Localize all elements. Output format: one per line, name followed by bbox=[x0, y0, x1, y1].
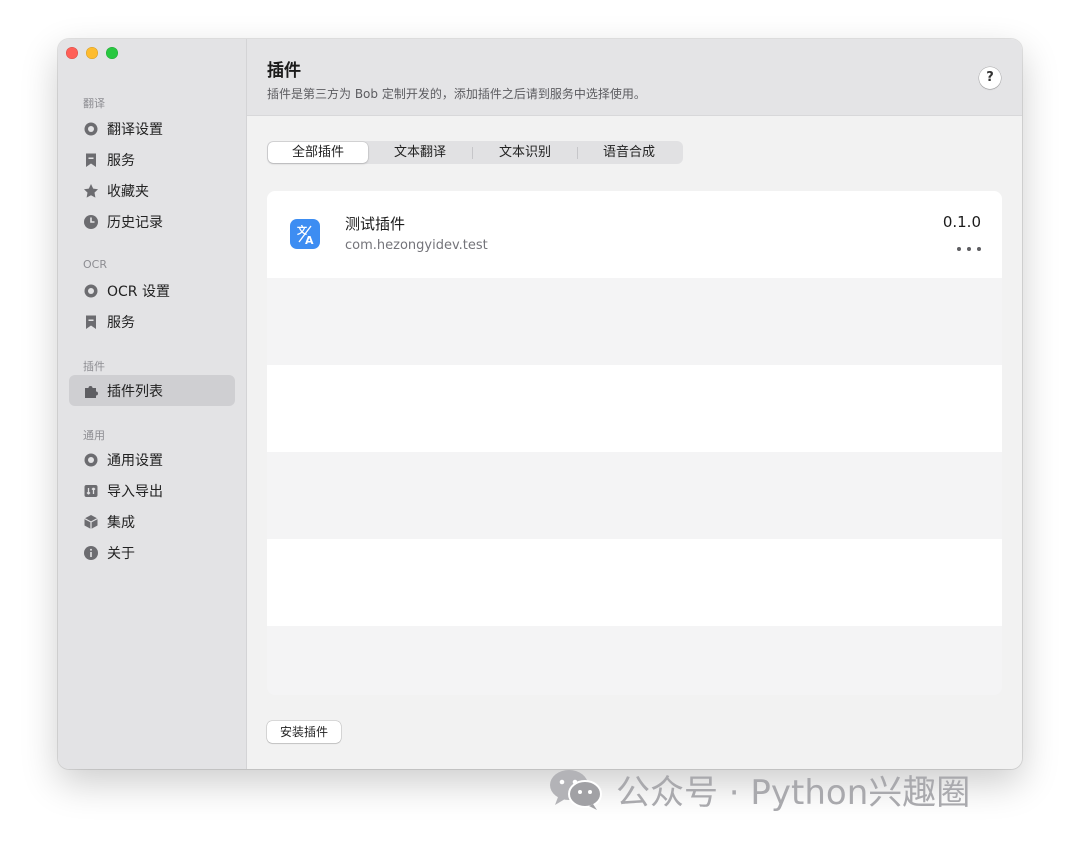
gear-icon bbox=[83, 283, 99, 299]
cube-icon bbox=[83, 514, 99, 530]
sidebar-item-label: 收藏夹 bbox=[107, 183, 149, 200]
sidebar-item-plugin-list[interactable]: 插件列表 bbox=[69, 375, 235, 406]
sidebar-item-label: 集成 bbox=[107, 514, 135, 531]
svg-text:A: A bbox=[305, 234, 314, 247]
empty-row bbox=[267, 365, 1002, 452]
plugin-name: 测试插件 bbox=[345, 215, 406, 233]
plugin-filter-tabs: 全部插件 文本翻译 文本识别 语音合成 bbox=[267, 141, 683, 164]
minimize-window-button[interactable] bbox=[86, 47, 98, 59]
sidebar-item-label: 导入导出 bbox=[107, 483, 163, 500]
bookmark-icon bbox=[83, 314, 99, 330]
info-icon bbox=[83, 545, 99, 561]
sidebar-item-translate-services[interactable]: 服务 bbox=[69, 144, 235, 175]
sidebar-item-label: 服务 bbox=[107, 152, 135, 169]
sidebar-item-about[interactable]: 关于 bbox=[69, 537, 235, 568]
plugin-identifier: com.hezongyidev.test bbox=[345, 238, 488, 253]
sidebar-item-label: 历史记录 bbox=[107, 214, 163, 231]
install-plugin-button[interactable]: 安装插件 bbox=[267, 721, 341, 743]
gear-icon bbox=[83, 121, 99, 137]
sidebar-item-integration[interactable]: 集成 bbox=[69, 506, 235, 537]
empty-row bbox=[267, 539, 1002, 626]
sidebar-item-ocr-settings[interactable]: OCR 设置 bbox=[69, 275, 235, 306]
clock-icon bbox=[83, 214, 99, 230]
window-controls bbox=[66, 47, 118, 59]
sidebar-item-translate-settings[interactable]: 翻译设置 bbox=[69, 113, 235, 144]
tab-all-plugins[interactable]: 全部插件 bbox=[268, 142, 368, 163]
zoom-window-button[interactable] bbox=[106, 47, 118, 59]
empty-row bbox=[267, 278, 1002, 365]
sidebar: 翻译 翻译设置 服务 收藏夹 历史记录 OCR OCR 设置 服务 插件 插件列… bbox=[58, 39, 247, 769]
tab-text-translation[interactable]: 文本翻译 bbox=[368, 142, 472, 163]
more-dot bbox=[967, 247, 971, 251]
sidebar-section-general: 通用 bbox=[83, 429, 105, 442]
page-subtitle: 插件是第三方为 Bob 定制开发的，添加插件之后请到服务中选择使用。 bbox=[267, 87, 646, 101]
more-dot bbox=[977, 247, 981, 251]
tab-text-recognition[interactable]: 文本识别 bbox=[473, 142, 577, 163]
empty-row bbox=[267, 626, 1002, 695]
translate-icon: 文 A bbox=[290, 219, 320, 249]
sidebar-item-ocr-services[interactable]: 服务 bbox=[69, 306, 235, 337]
import-export-icon bbox=[83, 483, 99, 499]
main-content: 插件 插件是第三方为 Bob 定制开发的，添加插件之后请到服务中选择使用。 ? … bbox=[247, 39, 1022, 769]
gear-icon bbox=[83, 452, 99, 468]
sidebar-item-label: 服务 bbox=[107, 314, 135, 331]
sidebar-item-label: 通用设置 bbox=[107, 452, 163, 469]
more-options-button[interactable] bbox=[957, 245, 981, 253]
empty-row bbox=[267, 452, 1002, 539]
sidebar-item-label: 翻译设置 bbox=[107, 121, 163, 138]
sidebar-item-label: OCR 设置 bbox=[107, 283, 170, 300]
puzzle-icon bbox=[83, 383, 99, 399]
close-window-button[interactable] bbox=[66, 47, 78, 59]
sidebar-item-label: 插件列表 bbox=[107, 383, 163, 400]
sidebar-item-label: 关于 bbox=[107, 545, 135, 562]
more-dot bbox=[957, 247, 961, 251]
sidebar-section-plugins: 插件 bbox=[83, 360, 105, 373]
page-header: 插件 插件是第三方为 Bob 定制开发的，添加插件之后请到服务中选择使用。 ? bbox=[247, 39, 1022, 116]
plugin-version: 0.1.0 bbox=[942, 213, 981, 231]
sidebar-section-translate: 翻译 bbox=[83, 97, 105, 110]
app-window: 翻译 翻译设置 服务 收藏夹 历史记录 OCR OCR 设置 服务 插件 插件列… bbox=[58, 39, 1022, 769]
sidebar-item-favorites[interactable]: 收藏夹 bbox=[69, 175, 235, 206]
watermark: 公众号 · Python兴趣圈 bbox=[548, 766, 971, 813]
help-button[interactable]: ? bbox=[979, 67, 1001, 89]
wechat-icon bbox=[550, 770, 602, 810]
bookmark-icon bbox=[83, 152, 99, 168]
tab-speech-synthesis[interactable]: 语音合成 bbox=[578, 142, 680, 163]
star-icon bbox=[83, 183, 99, 199]
sidebar-item-history[interactable]: 历史记录 bbox=[69, 206, 235, 237]
plugin-row[interactable]: 文 A 测试插件 com.hezongyidev.test 0.1.0 bbox=[267, 191, 1002, 278]
sidebar-item-import-export[interactable]: 导入导出 bbox=[69, 475, 235, 506]
sidebar-section-ocr: OCR bbox=[83, 258, 107, 271]
watermark-text: 公众号 · Python兴趣圈 bbox=[616, 772, 971, 813]
sidebar-item-general-settings[interactable]: 通用设置 bbox=[69, 444, 235, 475]
page-title: 插件 bbox=[267, 61, 301, 81]
plugin-list: 文 A 测试插件 com.hezongyidev.test 0.1.0 bbox=[267, 191, 1002, 695]
